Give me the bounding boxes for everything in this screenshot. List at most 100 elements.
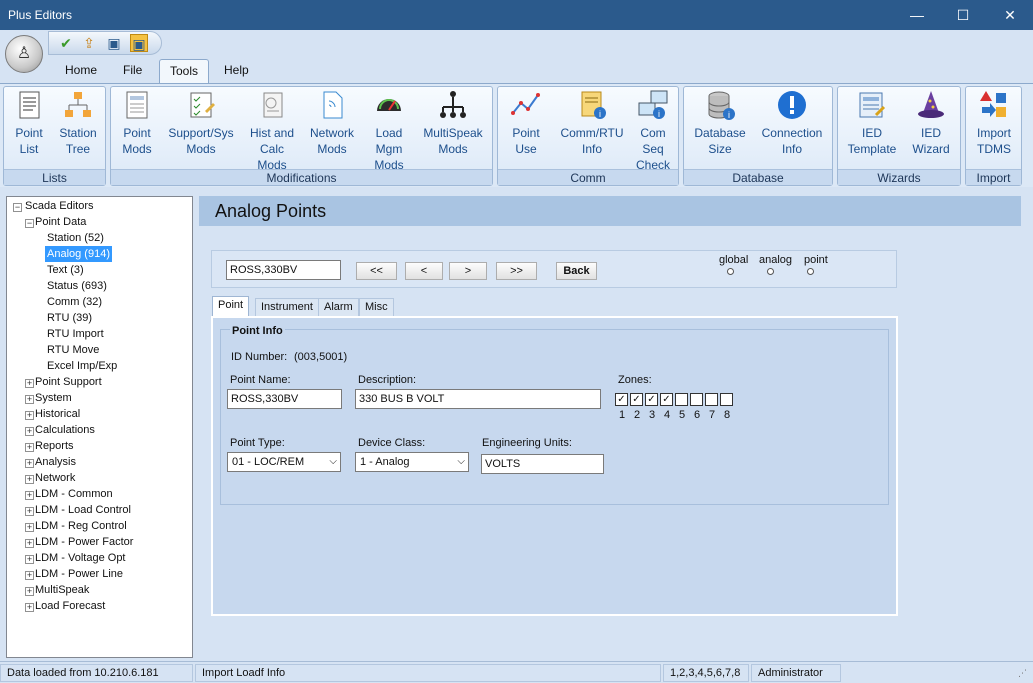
first-record-button[interactable]: <<	[356, 262, 397, 280]
expand-icon[interactable]: +	[25, 459, 34, 468]
hist-calc-mods-button[interactable]: Hist and Calc Mods	[244, 89, 300, 173]
ied-template-button[interactable]: IED Template	[844, 89, 900, 157]
expand-icon[interactable]: +	[25, 507, 34, 516]
tab-point[interactable]: Point	[212, 296, 250, 317]
support-sys-mods-button[interactable]: Support/Sys Mods	[167, 89, 235, 157]
back-button[interactable]: Back	[556, 262, 597, 280]
tab-help[interactable]: Help	[214, 59, 259, 83]
tree-node-ldm-power-factor[interactable]: LDM - Power Factor	[35, 534, 133, 550]
save-all-icon[interactable]: ▣	[130, 34, 148, 52]
tree-node-system[interactable]: System	[35, 390, 72, 406]
expand-icon[interactable]: +	[25, 539, 34, 548]
zone-8-checkbox[interactable]	[720, 393, 733, 406]
zone-6-checkbox[interactable]	[690, 393, 703, 406]
checkmark-icon[interactable]: ✔	[57, 34, 75, 52]
tab-tools[interactable]: Tools	[159, 59, 210, 83]
expand-icon[interactable]: +	[25, 443, 34, 452]
tree-node-ldm-load-control[interactable]: LDM - Load Control	[35, 502, 131, 518]
engineering-units-field[interactable]: VOLTS	[481, 454, 604, 474]
tree-item-rtu-import[interactable]: RTU Import	[47, 326, 104, 342]
tree-item-station[interactable]: Station (52)	[47, 230, 104, 246]
tree-node-point-data[interactable]: Point Data	[35, 214, 86, 230]
tree-node-point-support[interactable]: Point Support	[35, 374, 102, 390]
save-icon[interactable]: ▣	[105, 34, 123, 52]
current-point-field[interactable]: ROSS,330BV	[226, 260, 341, 280]
load-mgm-mods-button[interactable]: Load Mgm Mods	[367, 89, 411, 173]
point-name-field[interactable]: ROSS,330BV	[227, 389, 342, 409]
point-type-select[interactable]: 01 - LOC/REM ⌵	[227, 452, 341, 472]
tab-home[interactable]: Home	[55, 59, 107, 83]
expand-icon[interactable]: +	[25, 491, 34, 500]
tree-node-network[interactable]: Network	[35, 470, 75, 486]
tree-node-multispeak[interactable]: MultiSpeak	[35, 582, 89, 598]
next-record-button[interactable]: >	[449, 262, 487, 280]
connection-info-button[interactable]: Connection Info	[758, 89, 826, 157]
tree-item-comm[interactable]: Comm (32)	[47, 294, 102, 310]
point-mods-button[interactable]: Point Mods	[117, 89, 157, 157]
tree-node-ldm-reg-control[interactable]: LDM - Reg Control	[35, 518, 127, 534]
expand-icon[interactable]: +	[25, 395, 34, 404]
description-field[interactable]: 330 BUS B VOLT	[355, 389, 601, 409]
ied-wizard-button[interactable]: IED Wizard	[906, 89, 956, 157]
scope-global-radio[interactable]	[727, 268, 734, 275]
scope-analog-radio[interactable]	[767, 268, 774, 275]
network-mods-button[interactable]: Network Mods	[306, 89, 358, 157]
expand-icon[interactable]: +	[25, 475, 34, 484]
station-tree-button[interactable]: Station Tree	[54, 89, 102, 157]
import-tdms-button[interactable]: Import TDMS	[970, 89, 1018, 157]
multispeak-mods-button[interactable]: MultiSpeak Mods	[419, 89, 487, 157]
expand-icon[interactable]: +	[25, 603, 34, 612]
tree-node-ldm-voltage-opt[interactable]: LDM - Voltage Opt	[35, 550, 126, 566]
resize-grip-icon[interactable]: ⋰	[1018, 668, 1027, 679]
tab-file[interactable]: File	[113, 59, 152, 83]
expand-icon[interactable]: +	[25, 587, 34, 596]
tree-item-rtu[interactable]: RTU (39)	[47, 310, 92, 326]
zone-1-checkbox[interactable]: ✓	[615, 393, 628, 406]
tree-item-analog[interactable]: Analog (914)	[45, 246, 112, 262]
tree-node-historical[interactable]: Historical	[35, 406, 80, 422]
tree-node-calculations[interactable]: Calculations	[35, 422, 95, 438]
tree-item-excel-imp-exp[interactable]: Excel Imp/Exp	[47, 358, 117, 374]
expand-icon[interactable]: +	[25, 427, 34, 436]
com-seq-check-button[interactable]: i Com Seq Check	[632, 89, 674, 173]
tree-node-load-forecast[interactable]: Load Forecast	[35, 598, 105, 614]
expand-icon[interactable]: +	[25, 555, 34, 564]
previous-record-button[interactable]: <	[405, 262, 443, 280]
zone-2-checkbox[interactable]: ✓	[630, 393, 643, 406]
tree-item-rtu-move[interactable]: RTU Move	[47, 342, 99, 358]
expand-icon[interactable]: +	[25, 379, 34, 388]
upload-icon[interactable]: ⇪	[80, 34, 98, 52]
ribbon-group-import: Import TDMS Import	[965, 86, 1022, 186]
tree-item-status[interactable]: Status (693)	[47, 278, 107, 294]
tree-node-ldm-power-line[interactable]: LDM - Power Line	[35, 566, 123, 582]
load-mgm-mods-label-1: Load	[375, 126, 403, 140]
zone-5-checkbox[interactable]	[675, 393, 688, 406]
zone-4-checkbox[interactable]: ✓	[660, 393, 673, 406]
zone-7-checkbox[interactable]	[705, 393, 718, 406]
gauge-icon	[377, 99, 401, 111]
tree-item-text[interactable]: Text (3)	[47, 262, 84, 278]
comm-rtu-info-button[interactable]: i Comm/RTU Info	[558, 89, 626, 157]
point-use-button[interactable]: Point Use	[504, 89, 548, 157]
maximize-button[interactable]: ☐	[940, 0, 986, 30]
tree-root[interactable]: Scada Editors	[25, 198, 93, 214]
expand-icon[interactable]: +	[25, 571, 34, 580]
database-size-button[interactable]: i Database Size	[692, 89, 748, 157]
point-list-button[interactable]: Point List	[9, 89, 49, 157]
expand-icon[interactable]: +	[25, 411, 34, 420]
tree-node-ldm-common[interactable]: LDM - Common	[35, 486, 113, 502]
tab-instrument[interactable]: Instrument	[255, 298, 319, 317]
tree-node-reports[interactable]: Reports	[35, 438, 74, 454]
collapse-icon[interactable]: −	[13, 203, 22, 212]
minimize-button[interactable]: —	[894, 0, 940, 30]
tree-node-analysis[interactable]: Analysis	[35, 454, 76, 470]
collapse-icon[interactable]: −	[25, 219, 34, 228]
last-record-button[interactable]: >>	[496, 262, 537, 280]
tab-misc[interactable]: Misc	[359, 298, 394, 317]
expand-icon[interactable]: +	[25, 523, 34, 532]
close-button[interactable]: ✕	[987, 0, 1033, 30]
device-class-select[interactable]: 1 - Analog ⌵	[355, 452, 469, 472]
tab-alarm[interactable]: Alarm	[318, 298, 359, 317]
scope-point-radio[interactable]	[807, 268, 814, 275]
zone-3-checkbox[interactable]: ✓	[645, 393, 658, 406]
